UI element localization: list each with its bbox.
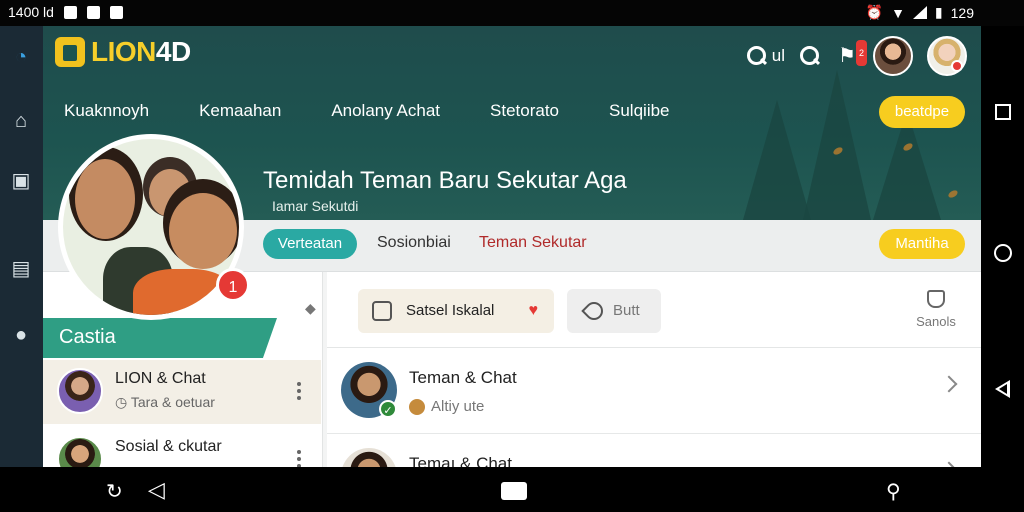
brand-icon[interactable]: ◔ (8, 44, 34, 70)
app-window: LION4D ul ⚑ 2 Kuaknnoyh Kemaahan Anolany … (43, 26, 981, 467)
system-nav-right (981, 26, 1024, 512)
home-pill-icon[interactable] (501, 482, 527, 500)
profile-pin-badge[interactable]: 1 (216, 268, 250, 302)
toolbar-right-action[interactable]: Sanols (911, 290, 961, 329)
chat-list-item[interactable]: LION & Chat ◷ Tara & oetuar (43, 360, 321, 424)
friend-avatar[interactable] (873, 36, 913, 76)
search-icon[interactable] (799, 45, 821, 67)
left-rail: ◔ ⌂ ▣ ▤ ● (0, 26, 43, 467)
menu-item[interactable]: Stetorato (490, 101, 559, 121)
hero-action-button[interactable]: beatdpe (879, 96, 965, 128)
conversation-row[interactable]: Temaı & Chat (327, 434, 981, 467)
toolbar: Satsel Iskalal ♥ Butt Sanols (327, 272, 981, 348)
recents-icon[interactable] (995, 104, 1011, 120)
search-icon (746, 45, 768, 67)
rotate-icon[interactable]: ↻ (106, 479, 123, 504)
subtab-action-button[interactable]: Mantiha (879, 229, 965, 259)
section-label: Castia (43, 318, 277, 358)
clock-icon: ◷ (115, 394, 128, 410)
online-badge-icon: ✓ (379, 400, 397, 418)
wifi-icon: ▼ (891, 4, 905, 21)
assistant-icon[interactable]: ⚲ (886, 479, 901, 504)
chevron-right-icon (940, 375, 958, 393)
menu-item[interactable]: Anolany Achat (331, 101, 440, 121)
main-panel: Satsel Iskalal ♥ Butt Sanols ✓ Teman & C… (327, 272, 981, 467)
group-profile-photo[interactable]: 1 (58, 134, 250, 320)
checkbox-icon (372, 301, 392, 321)
notification-icon (86, 5, 100, 19)
home-button-icon[interactable] (994, 244, 1012, 262)
conversation-row[interactable]: ✓ Teman & Chat Altiy ute (327, 348, 981, 434)
chat-avatar (57, 436, 103, 467)
menu-item[interactable]: Sulqiibe (609, 101, 670, 121)
menu-item[interactable]: Kemaahan (199, 101, 281, 121)
back-icon[interactable] (995, 380, 1010, 398)
conversation-avatar (341, 448, 397, 467)
chat-avatar (57, 368, 103, 414)
heart-icon: ♥ (528, 302, 539, 319)
hero-subtitle: Iamar Sekutdi (272, 198, 359, 214)
battery-icon: ▮ (934, 4, 943, 20)
back-icon[interactable]: ◁ (148, 477, 165, 503)
signal-icon (912, 6, 927, 19)
edit-icon (581, 298, 607, 324)
more-options-icon[interactable] (297, 382, 301, 400)
tab-teman-sekutar[interactable]: Teman Sekutar (479, 234, 587, 252)
status-clock: 129 (950, 4, 974, 21)
reaction-icon (409, 398, 425, 415)
system-nav-bottom: ↻ ◁ ⚲ (0, 467, 981, 512)
chat-list-item[interactable]: Sosial & ckutar (43, 428, 321, 467)
home-icon[interactable]: ⌂ (8, 108, 34, 134)
pin-icon[interactable]: ◆ (305, 300, 316, 317)
status-bar: 1400 ld ⏰ ▼ ▮ 129 (0, 0, 1024, 26)
document-icon[interactable]: ▤ (8, 256, 34, 282)
lion-logo-icon (55, 37, 85, 67)
notification-badge: 2 (855, 40, 867, 66)
tab-sosial[interactable]: Sosionbiai (377, 234, 451, 252)
bookmark-icon (927, 290, 945, 308)
menu-item[interactable]: Kuaknnoyh (64, 101, 149, 121)
notification-icon (109, 5, 123, 19)
profile-icon[interactable]: ● (8, 322, 34, 348)
hero-title: Temidah Teman Baru Sekutar Aga (263, 167, 627, 194)
camera-icon[interactable]: ▣ (8, 168, 34, 194)
main-menu: Kuaknnoyh Kemaahan Anolany Achat Stetora… (64, 101, 670, 121)
more-options-icon[interactable] (297, 450, 301, 467)
select-button[interactable]: Satsel Iskalal ♥ (358, 289, 554, 333)
chat-subtitle: ◷ Tara & oetuar (115, 394, 215, 410)
app-logo[interactable]: LION4D (55, 36, 191, 68)
device-screen: 1400 ld ⏰ ▼ ▮ 129 ◔ ⌂ ▣ ▤ ● LION4D ul ⚑ … (0, 0, 1024, 512)
top-actions: ul ⚑ 2 (746, 36, 967, 76)
user-avatar[interactable] (927, 36, 967, 76)
notification-icon (63, 5, 77, 19)
tab-active[interactable]: Verteatan (263, 229, 357, 259)
status-time: 1400 ld (8, 4, 54, 20)
search-button[interactable]: ul (746, 45, 785, 67)
edit-button[interactable]: Butt (567, 289, 661, 333)
alarm-icon: ⏰ (865, 4, 884, 20)
notification-bell-icon[interactable]: ⚑ 2 (835, 40, 867, 68)
